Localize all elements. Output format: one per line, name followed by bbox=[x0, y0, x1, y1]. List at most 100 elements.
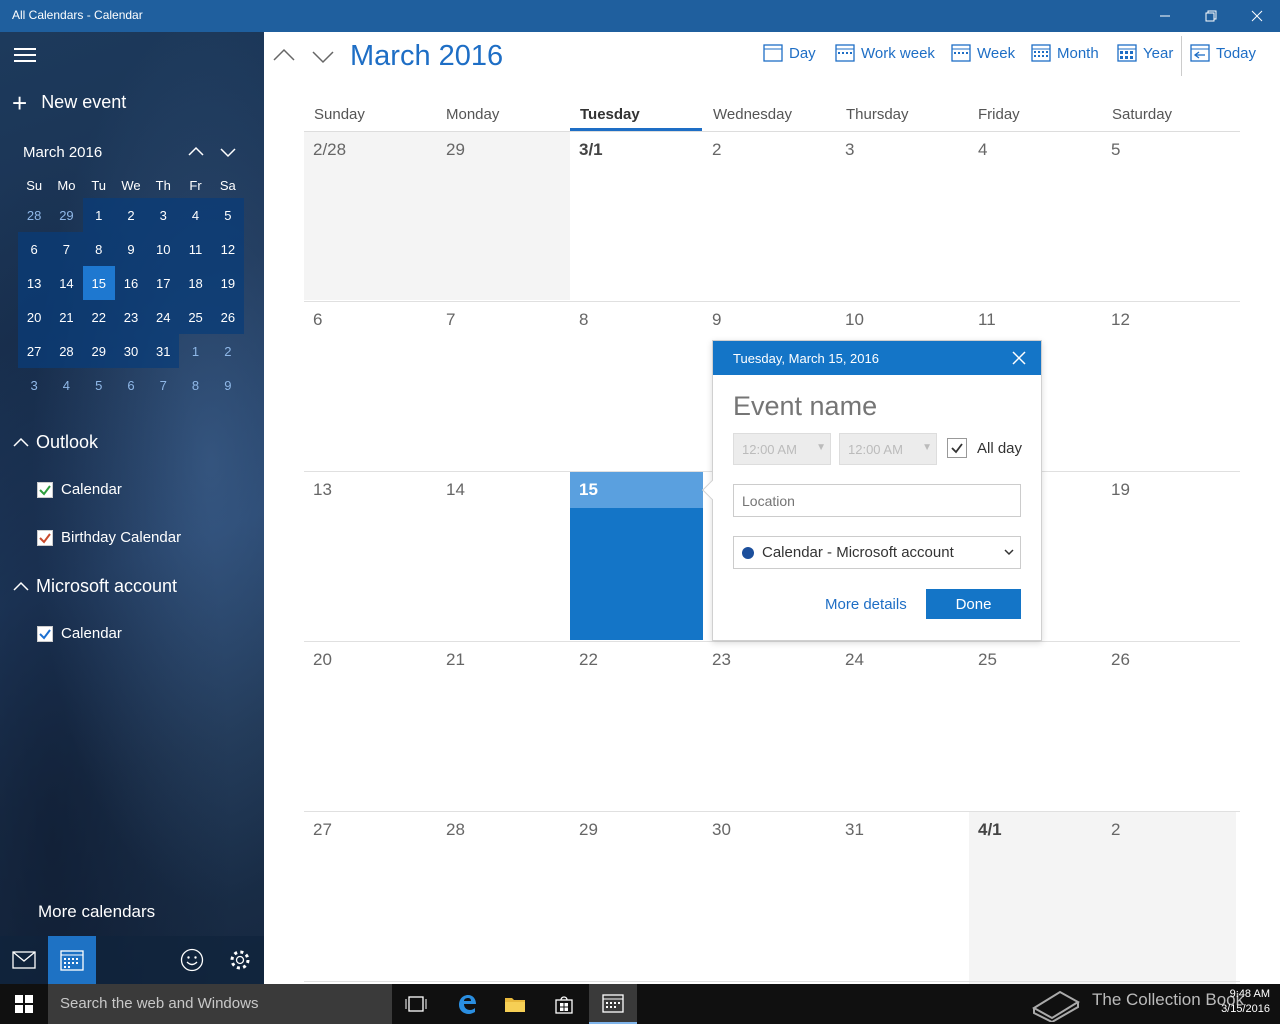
day-cell[interactable]: 29 bbox=[446, 140, 465, 160]
month-title[interactable]: March 2016 bbox=[350, 40, 503, 73]
calendar-item-microsoft-calendar[interactable]: Calendar bbox=[37, 625, 122, 642]
end-time-select[interactable]: 12:00 AM ▼ bbox=[839, 433, 937, 465]
day-cell[interactable]: 26 bbox=[1111, 650, 1130, 670]
mini-day[interactable]: 28 bbox=[18, 198, 50, 232]
all-day-toggle[interactable]: All day bbox=[947, 438, 1022, 458]
more-details-link[interactable]: More details bbox=[825, 596, 907, 613]
mini-day[interactable]: 24 bbox=[147, 300, 180, 334]
mini-day[interactable]: 19 bbox=[211, 266, 244, 300]
view-week-button[interactable]: Week bbox=[951, 44, 1015, 62]
mini-day[interactable]: 9 bbox=[212, 368, 244, 402]
day-cell[interactable]: 30 bbox=[712, 820, 731, 840]
mini-day-today[interactable]: 15 bbox=[82, 266, 115, 300]
day-cell[interactable]: 27 bbox=[313, 820, 332, 840]
day-cell[interactable]: 19 bbox=[1111, 480, 1130, 500]
checkbox-checked-icon[interactable] bbox=[947, 438, 967, 458]
mini-day[interactable]: 4 bbox=[50, 368, 82, 402]
day-cell[interactable]: 9 bbox=[712, 310, 721, 330]
edge-button[interactable] bbox=[443, 984, 491, 1024]
mini-day[interactable]: 10 bbox=[147, 232, 180, 266]
mini-day[interactable]: 2 bbox=[212, 334, 244, 368]
mini-day[interactable]: 31 bbox=[147, 334, 180, 368]
mini-day[interactable]: 21 bbox=[50, 300, 83, 334]
done-button[interactable]: Done bbox=[926, 589, 1021, 619]
mini-day[interactable]: 6 bbox=[18, 232, 51, 266]
hamburger-menu-icon[interactable] bbox=[14, 48, 36, 62]
mini-day[interactable]: 5 bbox=[211, 198, 244, 232]
day-cell[interactable]: 3/1 bbox=[579, 140, 603, 160]
mini-day[interactable]: 11 bbox=[179, 232, 212, 266]
day-cell[interactable]: 2 bbox=[1111, 820, 1120, 840]
mini-day[interactable]: 25 bbox=[179, 300, 212, 334]
mini-prev-month-icon[interactable] bbox=[186, 142, 206, 162]
day-cell[interactable]: 24 bbox=[845, 650, 864, 670]
task-view-button[interactable] bbox=[392, 984, 440, 1024]
day-cell[interactable]: 25 bbox=[978, 650, 997, 670]
today-button[interactable]: Today bbox=[1190, 44, 1256, 62]
mini-day[interactable]: 30 bbox=[114, 334, 148, 368]
calendar-app-button[interactable] bbox=[48, 936, 96, 984]
close-icon[interactable] bbox=[1011, 350, 1027, 366]
next-month-icon[interactable] bbox=[311, 44, 335, 68]
restore-button[interactable] bbox=[1188, 0, 1234, 32]
mini-day[interactable]: 6 bbox=[115, 368, 147, 402]
checkbox-checked-icon[interactable] bbox=[37, 529, 53, 546]
file-explorer-button[interactable] bbox=[491, 984, 539, 1024]
new-event-button[interactable]: + New event bbox=[12, 90, 126, 116]
day-cell[interactable]: 11 bbox=[978, 310, 996, 330]
checkbox-checked-icon[interactable] bbox=[37, 481, 53, 498]
mini-day[interactable]: 28 bbox=[50, 334, 83, 368]
calendar-item-outlook-calendar[interactable]: Calendar bbox=[37, 481, 122, 498]
feedback-button[interactable] bbox=[168, 936, 216, 984]
group-outlook-header[interactable]: Outlook bbox=[12, 432, 98, 453]
mail-button[interactable] bbox=[0, 936, 48, 984]
mini-day[interactable]: 29 bbox=[82, 334, 115, 368]
day-cell[interactable]: 2/28 bbox=[313, 140, 346, 160]
checkbox-checked-icon[interactable] bbox=[37, 625, 53, 642]
day-cell[interactable]: 4/1 bbox=[978, 820, 1002, 840]
day-cell[interactable]: 28 bbox=[446, 820, 465, 840]
view-work-week-button[interactable]: Work week bbox=[835, 44, 935, 62]
mini-day[interactable]: 23 bbox=[114, 300, 148, 334]
mini-day[interactable]: 27 bbox=[18, 334, 51, 368]
day-cell[interactable]: 12 bbox=[1111, 310, 1130, 330]
minimize-button[interactable] bbox=[1142, 0, 1188, 32]
mini-day[interactable]: 17 bbox=[147, 266, 180, 300]
mini-day[interactable]: 13 bbox=[18, 266, 51, 300]
mini-day[interactable]: 9 bbox=[114, 232, 148, 266]
mini-day[interactable]: 8 bbox=[179, 368, 211, 402]
calendar-taskbar-button[interactable] bbox=[589, 984, 637, 1024]
day-cell[interactable]: 5 bbox=[1111, 140, 1120, 160]
day-cell[interactable]: 8 bbox=[579, 310, 588, 330]
day-cell[interactable]: 31 bbox=[845, 820, 864, 840]
calendar-item-birthday-calendar[interactable]: Birthday Calendar bbox=[37, 529, 181, 546]
selected-day-body[interactable] bbox=[570, 508, 703, 640]
mini-day[interactable]: 5 bbox=[83, 368, 115, 402]
day-cell[interactable]: 4 bbox=[978, 140, 987, 160]
mini-day[interactable]: 2 bbox=[114, 198, 148, 232]
taskbar-search-box[interactable]: Search the web and Windows bbox=[48, 984, 392, 1024]
day-cell[interactable]: 29 bbox=[579, 820, 598, 840]
event-name-input[interactable] bbox=[733, 391, 1013, 422]
day-cell[interactable]: 7 bbox=[446, 310, 455, 330]
close-window-button[interactable] bbox=[1234, 0, 1280, 32]
mini-day[interactable]: 8 bbox=[82, 232, 115, 266]
view-year-button[interactable]: Year bbox=[1117, 44, 1173, 62]
view-day-button[interactable]: Day bbox=[763, 44, 816, 62]
mini-next-month-icon[interactable] bbox=[218, 142, 238, 162]
start-button[interactable] bbox=[0, 984, 48, 1024]
previous-month-icon[interactable] bbox=[272, 44, 296, 68]
mini-day[interactable]: 18 bbox=[179, 266, 212, 300]
mini-day[interactable]: 7 bbox=[147, 368, 179, 402]
calendar-select[interactable]: Calendar - Microsoft account bbox=[733, 536, 1021, 569]
day-cell[interactable]: 23 bbox=[712, 650, 731, 670]
day-cell[interactable]: 14 bbox=[446, 480, 465, 500]
day-cell[interactable]: 2 bbox=[712, 140, 721, 160]
mini-day[interactable]: 26 bbox=[211, 300, 244, 334]
mini-day[interactable]: 14 bbox=[50, 266, 83, 300]
day-cell[interactable]: 3 bbox=[845, 140, 854, 160]
mini-day[interactable]: 4 bbox=[179, 198, 212, 232]
view-month-button[interactable]: Month bbox=[1031, 44, 1099, 62]
mini-calendar-title[interactable]: March 2016 bbox=[23, 144, 102, 161]
mini-day[interactable]: 1 bbox=[82, 198, 115, 232]
